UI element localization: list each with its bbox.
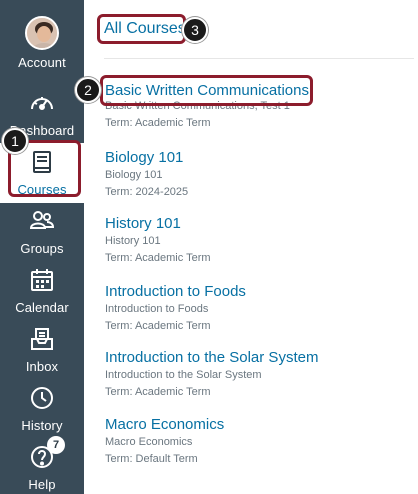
course-link[interactable]: History 101: [105, 215, 211, 232]
callout-marker-3: 3: [182, 17, 208, 43]
course-subtitle: History 101: [105, 235, 161, 247]
course-term: Term: Academic Term: [105, 320, 211, 332]
course-term: Term: Default Term: [105, 453, 198, 465]
nav-item-history[interactable]: History: [0, 379, 84, 439]
course-list-item: Introduction to Foods Introduction to Fo…: [105, 283, 246, 332]
nav-label-inbox: Inbox: [25, 359, 59, 374]
course-term: Term: 2024-2025: [105, 186, 189, 198]
course-list-item: History 101 History 101 Term: Academic T…: [105, 215, 211, 264]
course-subtitle: Introduction to the Solar System: [105, 369, 262, 381]
callout-marker-1: 1: [2, 128, 28, 154]
dashboard-icon: [27, 88, 57, 118]
nav-label-history: History: [21, 418, 63, 433]
course-link[interactable]: Biology 101: [105, 149, 188, 166]
divider: [104, 58, 414, 59]
help-notification-badge: 7: [47, 436, 65, 454]
global-navigation: Account Dashboard Courses Groups Calenda…: [0, 0, 84, 494]
nav-item-calendar[interactable]: Calendar: [0, 261, 84, 321]
nav-item-groups[interactable]: Groups: [0, 202, 84, 262]
course-term: Term: Academic Term: [105, 386, 211, 398]
history-icon: [27, 383, 57, 413]
nav-item-help[interactable]: Help: [0, 438, 84, 494]
course-link[interactable]: Introduction to the Solar System: [105, 349, 318, 366]
course-subtitle: Introduction to Foods: [105, 303, 209, 315]
calendar-icon: [27, 265, 57, 295]
course-term: Term: Academic Term: [105, 252, 211, 264]
nav-label-account: Account: [18, 55, 66, 70]
nav-label-groups: Groups: [20, 241, 64, 256]
inbox-icon: [27, 324, 57, 354]
nav-item-inbox[interactable]: Inbox: [0, 320, 84, 380]
course-list-item: Macro Economics Macro Economics Term: De…: [105, 416, 224, 465]
nav-label-calendar: Calendar: [15, 300, 69, 315]
nav-item-account[interactable]: Account: [0, 16, 84, 76]
course-list-item: Introduction to the Solar System Introdu…: [105, 349, 318, 398]
nav-label-help: Help: [28, 477, 56, 492]
course-term: Term: Academic Term: [105, 117, 211, 129]
callout-marker-2: 2: [75, 77, 101, 103]
avatar: [25, 16, 59, 50]
all-courses-highlight-box: [97, 14, 186, 44]
groups-icon: [27, 206, 57, 236]
course-subtitle: Biology 101: [105, 169, 163, 181]
course-link[interactable]: Introduction to Foods: [105, 283, 246, 300]
course-link[interactable]: Macro Economics: [105, 416, 224, 433]
course-subtitle: Macro Economics: [105, 436, 193, 448]
course-highlight-box: [100, 75, 313, 106]
course-list-item: Biology 101 Biology 101 Term: 2024-2025: [105, 149, 188, 198]
